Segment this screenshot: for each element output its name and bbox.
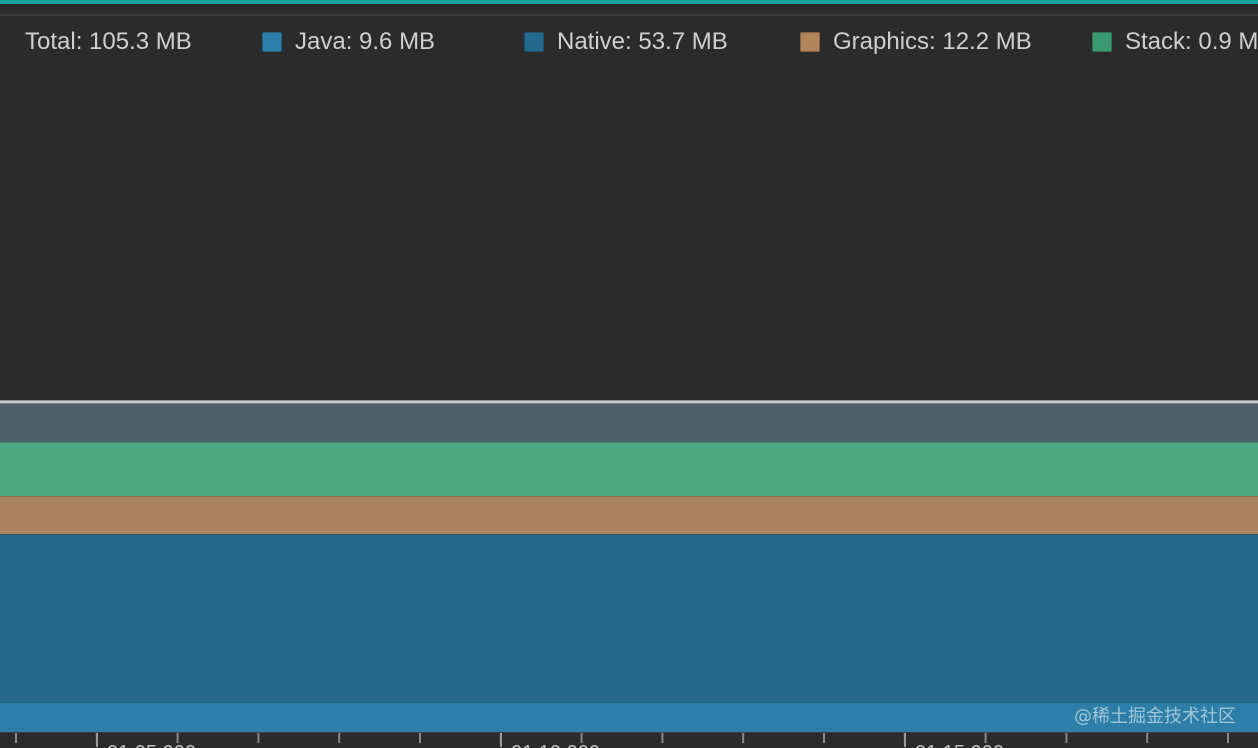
legend-total: Total: 105.3 MB bbox=[25, 24, 192, 60]
legend-java: Java: 9.6 MB bbox=[262, 24, 435, 60]
memory-chart[interactable] bbox=[0, 60, 1258, 732]
area-stack bbox=[0, 441, 1258, 497]
legend-java-label: Java: 9.6 MB bbox=[295, 28, 436, 55]
x-tick-label: 01:15.000 bbox=[915, 742, 1004, 748]
stack-swatch-icon bbox=[1092, 32, 1112, 52]
java-swatch-icon bbox=[262, 32, 282, 52]
memory-chart-svg bbox=[0, 400, 1258, 732]
legend-native: Native: 53.7 MB bbox=[524, 24, 728, 60]
memory-legend: Total: 105.3 MB Java: 9.6 MB Native: 53.… bbox=[0, 24, 1258, 60]
legend-graphics-label: Graphics: 12.2 MB bbox=[833, 28, 1032, 55]
x-tick-label: 01:10.000 bbox=[511, 742, 600, 748]
accent-bar bbox=[0, 0, 1258, 4]
memory-profiler-panel: Total: 105.3 MB Java: 9.6 MB Native: 53.… bbox=[0, 0, 1258, 748]
legend-stack-label: Stack: 0.9 MB bbox=[1125, 28, 1258, 55]
area-java bbox=[0, 701, 1258, 732]
x-tick-label: 01:05.000 bbox=[107, 742, 196, 748]
watermark: @稀土掘金技术社区 bbox=[1074, 706, 1236, 727]
legend-stack: Stack: 0.9 MB bbox=[1092, 24, 1258, 60]
time-axis: 01:05.000 01:10.000 01:15.000 bbox=[0, 732, 1258, 748]
legend-total-label: Total: 105.3 MB bbox=[25, 28, 192, 55]
area-other bbox=[0, 402, 1258, 442]
graphics-swatch-icon bbox=[800, 32, 820, 52]
separator bbox=[0, 14, 1258, 16]
area-native bbox=[0, 534, 1258, 702]
legend-native-label: Native: 53.7 MB bbox=[557, 28, 728, 55]
legend-graphics: Graphics: 12.2 MB bbox=[800, 24, 1032, 60]
native-swatch-icon bbox=[524, 32, 544, 52]
time-axis-svg: 01:05.000 01:10.000 01:15.000 bbox=[15, 733, 1229, 748]
area-graphics bbox=[0, 496, 1258, 535]
